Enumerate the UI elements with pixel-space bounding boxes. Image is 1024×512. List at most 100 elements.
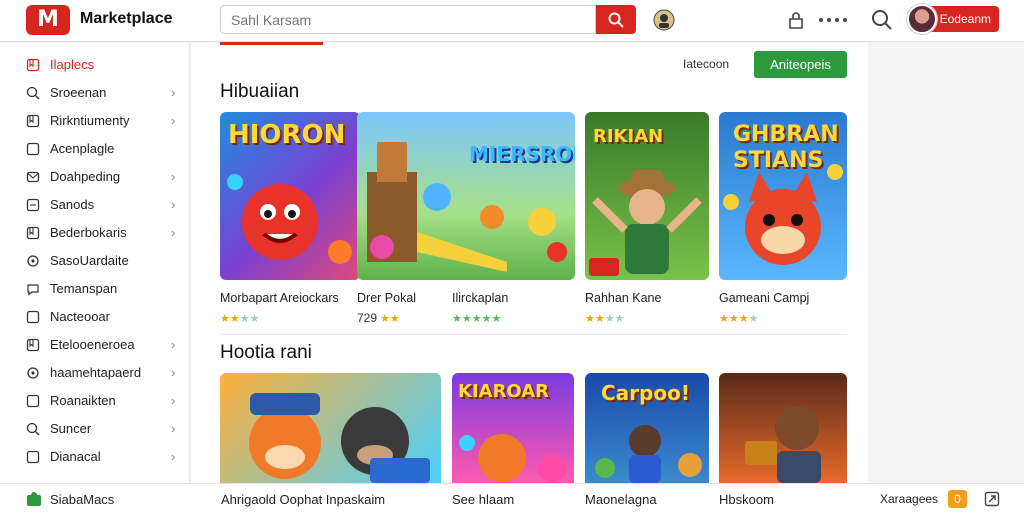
footer-link[interactable]: Maonelagna — [585, 492, 657, 507]
sidebar-item[interactable]: Nacteooar — [0, 304, 190, 330]
filter-link[interactable]: Iatecoon — [683, 57, 729, 71]
sidebar-item-label: Etelooeneroea — [50, 337, 135, 352]
section-title: Hootia rani — [220, 342, 312, 363]
footer-link[interactable]: See hlaam — [452, 492, 514, 507]
game-title[interactable]: Drer Pokal — [357, 291, 416, 305]
gear-icon — [27, 255, 39, 267]
sidebar-item[interactable]: Suncer › — [0, 416, 190, 442]
sidebar-item-label: Sroeenan — [50, 85, 107, 100]
avatar[interactable] — [907, 4, 937, 34]
game-card[interactable] — [719, 373, 847, 483]
game-title[interactable]: Morbapart Areiockars — [220, 291, 339, 305]
sidebar-item[interactable]: Doahpeding › — [0, 164, 190, 190]
external-link-icon[interactable] — [984, 491, 1000, 507]
mail-icon — [26, 171, 40, 183]
chevron-right-icon: › — [171, 169, 176, 184]
sidebar-item-label: Bederbokaris — [50, 225, 127, 240]
game-art-image — [745, 406, 821, 483]
search-input[interactable] — [220, 5, 596, 34]
search-icon — [608, 12, 624, 28]
lock-icon[interactable] — [784, 8, 808, 32]
star-rating: ★★★★★ — [452, 313, 502, 325]
sidebar-item[interactable]: Etelooeneroea › — [0, 332, 190, 358]
sidebar-item-label: Rirkntiumenty — [50, 113, 130, 128]
game-title[interactable]: Rahhan Kane — [585, 291, 661, 305]
footer-link[interactable]: Hbskoom — [719, 492, 774, 507]
game-art-title: HIORON — [228, 120, 346, 150]
sidebar-item[interactable]: haamehtapaerd › — [0, 360, 190, 386]
square-icon — [26, 310, 40, 324]
chevron-right-icon: › — [171, 85, 176, 100]
active-tab-indicator — [220, 42, 323, 45]
game-title[interactable]: Gameani Campj — [719, 291, 809, 305]
sidebar-item[interactable]: Acenplagle — [0, 136, 190, 162]
game-card[interactable]: GHBRAN STIANS — [719, 112, 847, 280]
sidebar-item-label: Doahpeding — [50, 169, 121, 184]
chevron-right-icon: › — [171, 393, 176, 408]
game-card[interactable]: HIORON — [220, 112, 360, 280]
sidebar-item-label: Suncer — [50, 421, 92, 436]
chevron-right-icon: › — [171, 365, 176, 380]
chevron-right-icon: › — [171, 197, 176, 212]
sidebar-item[interactable]: Sroeenan › — [0, 80, 190, 106]
game-card[interactable]: RIKIAN — [585, 112, 709, 280]
profile-circle-icon[interactable] — [652, 8, 676, 32]
bookmark-icon — [26, 338, 40, 352]
primary-action-button[interactable]: Aniteopeis — [754, 51, 847, 78]
footer-link[interactable]: Ahrigaold Oophat Inpaskaim — [221, 492, 385, 507]
gear-icon — [27, 367, 39, 379]
top-header: M Marketplace Eodeanm — [0, 0, 1024, 42]
game-art-image — [367, 142, 567, 272]
search-icon[interactable] — [870, 8, 894, 32]
app-title: Marketplace — [80, 10, 173, 27]
game-card[interactable]: KIAROAR — [452, 373, 574, 483]
game-title[interactable]: Ilirckaplan — [452, 291, 508, 305]
section-title: Hibuaiian — [220, 81, 300, 102]
sidebar-item[interactable]: Ilaplecs — [0, 52, 190, 78]
sidebar-item-label: Acenplagle — [50, 141, 115, 156]
sidebar-item[interactable]: Roanaikten › — [0, 388, 190, 414]
sidebar: Ilaplecs Sroeenan › Rirkntiumenty › Acenplagl… — [0, 43, 190, 483]
chevron-right-icon: › — [171, 449, 176, 464]
game-art-title: GHBRAN STIANS — [733, 122, 839, 173]
chat-icon — [27, 284, 39, 296]
star-rating: ★★★★ — [585, 313, 625, 325]
more-icon[interactable] — [818, 8, 848, 32]
sidebar-item[interactable]: SasoUardaite — [0, 248, 190, 274]
square-icon — [26, 142, 40, 156]
sidebar-item[interactable]: Rirkntiumenty › — [0, 108, 190, 134]
chevron-right-icon: › — [171, 225, 176, 240]
grid-icon — [26, 198, 40, 212]
footer-bar: SiabaMacs Ahrigaold Oophat Inpaskaim See… — [0, 483, 1024, 512]
marketplace-logo[interactable]: M — [26, 5, 70, 35]
footer-right-label[interactable]: Xaraagees — [880, 492, 938, 506]
bookmark-icon — [26, 226, 40, 240]
right-panel — [868, 43, 1024, 483]
chevron-right-icon: › — [171, 113, 176, 128]
sidebar-item-label: Nacteooar — [50, 309, 110, 324]
sidebar-item[interactable]: Temanspan — [0, 276, 190, 302]
search-button[interactable] — [596, 5, 636, 34]
sidebar-item-label: haamehtapaerd — [50, 365, 142, 380]
star-rating: ★★★★ — [220, 313, 260, 325]
sidebar-item[interactable]: Bederbokaris › — [0, 220, 190, 246]
search-icon — [26, 422, 40, 436]
game-card[interactable] — [220, 373, 441, 483]
chevron-right-icon: › — [171, 337, 176, 352]
sidebar-item-label: Ilaplecs — [50, 57, 95, 72]
bookmark-icon — [26, 114, 40, 128]
sidebar-item-label: Temanspan — [50, 281, 118, 296]
sidebar-item[interactable]: Dianacal › — [0, 444, 190, 470]
sidebar-item-label: Dianacal — [50, 449, 101, 464]
section-divider — [220, 334, 847, 335]
game-art-title: Carpoo! — [601, 381, 690, 405]
game-art-image — [249, 393, 430, 483]
game-card[interactable]: Carpoo! — [585, 373, 709, 483]
game-card[interactable]: MIERSRON — [357, 112, 575, 280]
sidebar-item[interactable]: Sanods › — [0, 192, 190, 218]
sidebar-item-label: SasoUardaite — [50, 253, 129, 268]
star-rating: 729 ★★ — [357, 311, 400, 325]
bookmark-icon — [26, 58, 40, 72]
count-badge: 0 — [948, 490, 967, 508]
sidebar-item-label: Roanaikten — [50, 393, 116, 408]
